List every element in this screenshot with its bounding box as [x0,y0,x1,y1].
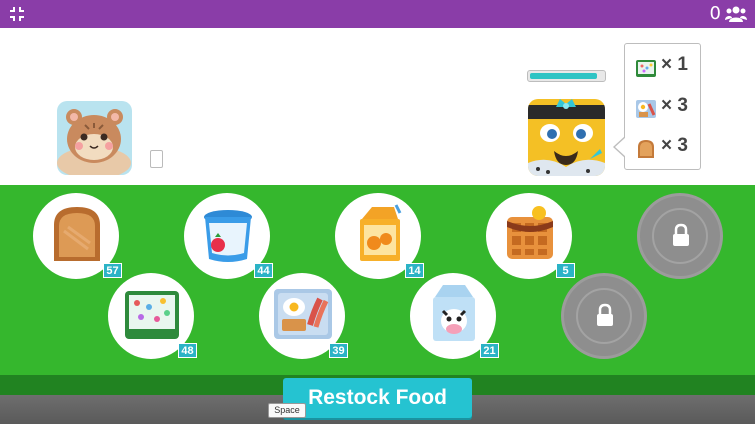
food-count: 57 [103,263,122,278]
waffle-icon [507,206,553,259]
toast-icon [54,207,100,261]
order-bubble: × 1 × 3 × 3 [613,43,701,170]
player-avatar [57,101,132,175]
order-item: × 3 [635,95,697,121]
cereal-icon [125,291,179,339]
lock-icon [673,223,689,246]
toast-icon [638,140,654,158]
food-count: 5 [556,263,575,278]
food-slot-breakfast-plate[interactable]: 39 [259,273,348,359]
collapse-icon[interactable] [8,5,26,23]
locked-slot [637,193,723,279]
cafe-counter: × 1 × 3 × 3 [0,28,755,185]
food-slot-waffle[interactable]: 5 [486,193,575,279]
breakfast-plate-icon [274,289,332,339]
customer-avatar [528,99,605,176]
milk-icon [433,285,475,341]
locked-slot [561,273,647,359]
orange-juice-icon [360,204,402,261]
space-key-hint: Space [268,403,306,418]
customer-patience-bar [527,70,606,82]
food-count: 21 [480,343,499,358]
order-qty: × 1 [661,54,688,75]
customer-patience-fill [530,73,597,79]
food-slot-toast[interactable]: 57 [33,193,122,279]
food-count: 39 [329,343,348,358]
food-slot-cereal[interactable]: 48 [108,273,197,359]
order-qty: × 3 [661,135,688,156]
food-count: 14 [405,263,424,278]
player-count: 0 [709,3,721,24]
food-slot-milk[interactable]: 21 [410,273,499,359]
food-slot-orange-juice[interactable]: 14 [335,193,424,279]
cup [150,150,163,168]
order-item: × 3 [635,135,697,161]
yogurt-icon [204,210,252,262]
lock-icon [597,303,613,326]
top-bar: 0 [0,0,755,28]
players-icon[interactable] [725,5,747,23]
order-item: × 1 [635,54,697,80]
restock-food-button[interactable]: Restock Food [283,378,472,418]
game-screen: 0 × 1 × 3 × 3 57 44 14 5 48 39 21 Restoc… [0,0,755,424]
breakfast-plate-icon [636,100,656,118]
food-count: 48 [178,343,197,358]
order-qty: × 3 [661,95,688,116]
cereal-icon [636,60,656,77]
food-count: 44 [254,263,273,278]
food-slot-yogurt[interactable]: 44 [184,193,273,279]
food-counter: 57 44 14 5 48 39 21 [0,185,755,375]
